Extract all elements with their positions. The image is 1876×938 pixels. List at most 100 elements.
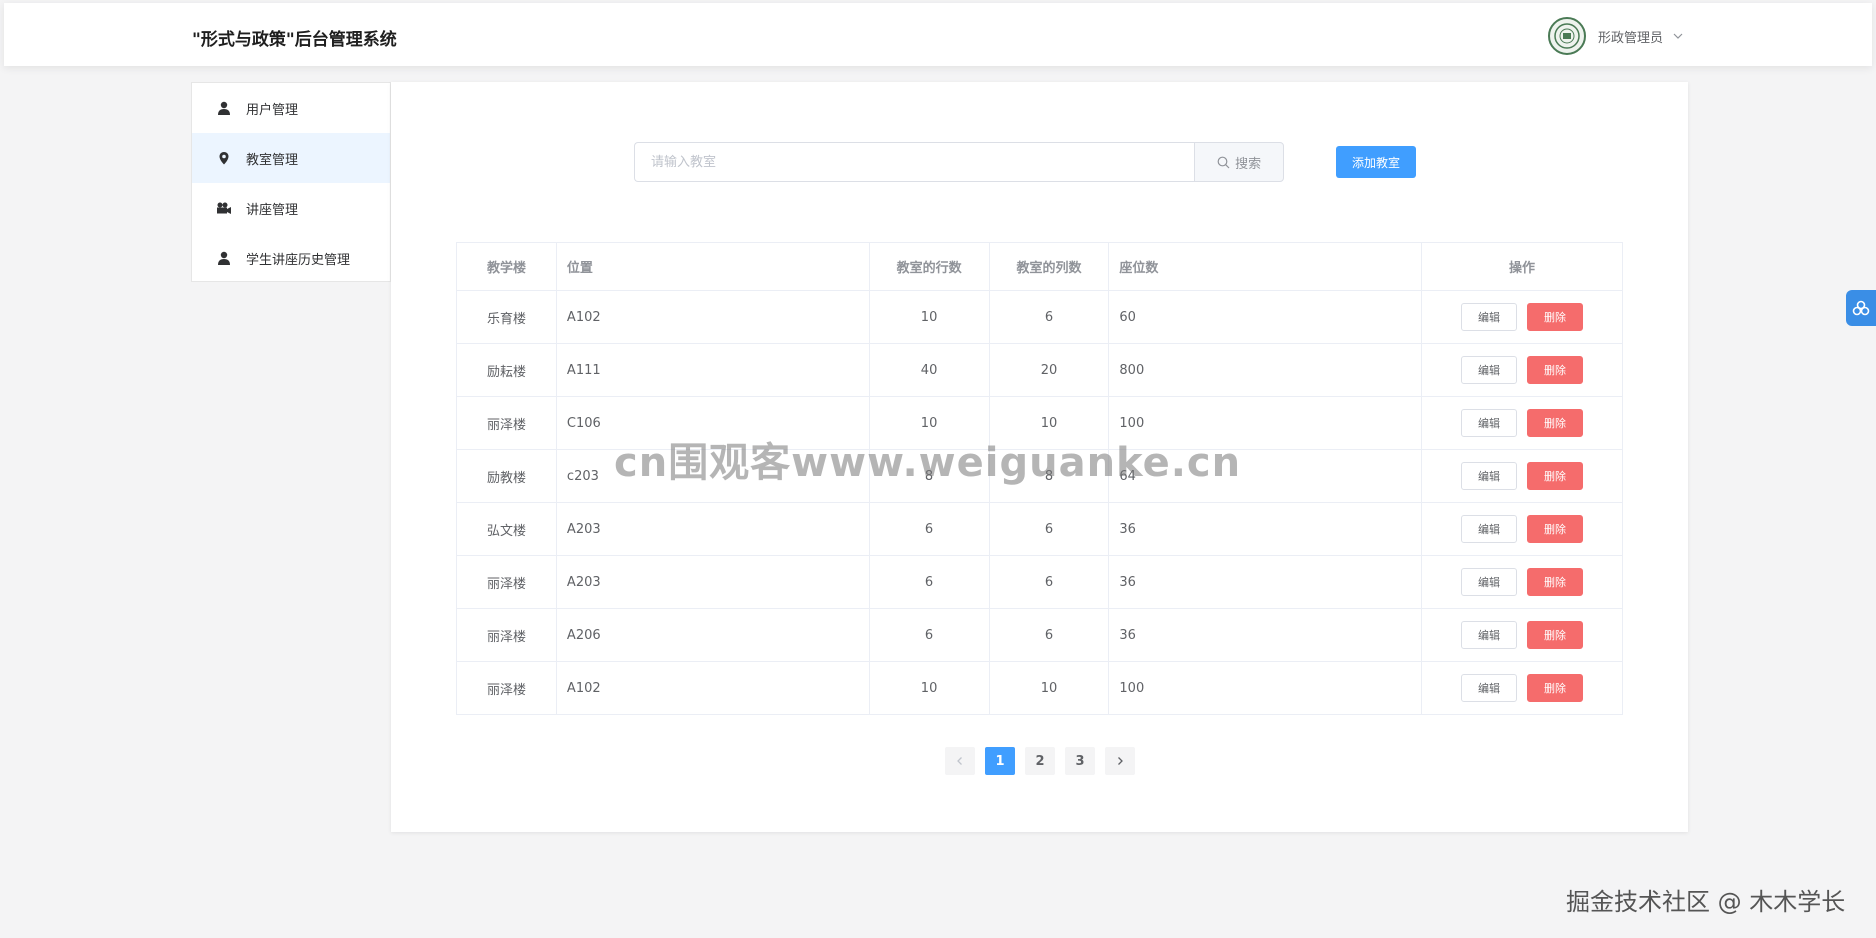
cell-building: 乐育楼 [456,290,557,344]
avatar[interactable] [1548,17,1586,55]
table-row: 丽泽楼 A102 10 10 100 编辑 删除 [456,661,1623,715]
cell-columns: 10 [988,661,1110,715]
cell-building: 丽泽楼 [456,555,557,609]
search-input[interactable] [634,142,1195,182]
cell-columns: 6 [988,555,1110,609]
search-button-label: 搜索 [1235,156,1262,172]
edit-button[interactable]: 编辑 [1461,462,1518,490]
cell-building: 弘文楼 [456,502,557,556]
pagination: 1 2 3 [945,747,1135,775]
page-button-1[interactable]: 1 [985,747,1015,775]
app-title: "形式与政策"后台管理系统 [192,30,397,50]
delete-button[interactable]: 删除 [1527,303,1584,331]
cell-location: A203 [555,555,870,609]
cell-actions: 编辑 删除 [1421,290,1623,344]
cell-building: 丽泽楼 [456,396,557,450]
chevron-right-icon [1118,757,1123,765]
chevron-down-icon[interactable] [1673,31,1683,41]
cell-rows: 6 [868,502,990,556]
cell-location: A111 [555,343,870,397]
watermark-bottom: 掘金技术社区 @ 木木学长 [1566,888,1846,916]
add-classroom-button[interactable]: 添加教室 [1336,146,1416,178]
university-seal-icon [1554,23,1580,49]
sidebar-item-label: 用户管理 [246,102,299,118]
cell-seats: 36 [1108,555,1423,609]
page-button-3[interactable]: 3 [1065,747,1095,775]
edit-button[interactable]: 编辑 [1461,356,1518,384]
cell-building: 励教楼 [456,449,557,503]
search-bar: 搜索 [634,142,1284,182]
cell-actions: 编辑 删除 [1421,343,1623,397]
cell-rows: 10 [868,661,990,715]
top-header: "形式与政策"后台管理系统 形政管理员 [4,3,1872,66]
edit-button[interactable]: 编辑 [1461,409,1518,437]
table-header-row: 教学楼 位置 教室的行数 教室的列数 座位数 操作 [456,242,1623,291]
cell-building: 丽泽楼 [456,661,557,715]
cell-seats: 800 [1108,343,1423,397]
cell-rows: 6 [868,608,990,662]
cell-actions: 编辑 删除 [1421,661,1623,715]
column-header-building: 教学楼 [456,242,557,291]
page-button-2[interactable]: 2 [1025,747,1055,775]
user-menu[interactable]: 形政管理员 [1548,17,1683,55]
page: "形式与政策"后台管理系统 形政管理员 用户管理 教室管理 讲座管理 学生讲座历… [0,0,1876,938]
cell-seats: 36 [1108,502,1423,556]
edit-button[interactable]: 编辑 [1461,515,1518,543]
cell-rows: 6 [868,555,990,609]
delete-button[interactable]: 删除 [1527,621,1584,649]
table-row: 丽泽楼 A206 6 6 36 编辑 删除 [456,608,1623,662]
floating-assistant-tab[interactable] [1846,290,1876,326]
search-button[interactable]: 搜索 [1194,142,1284,182]
watermark-center: cn围观客www.weiguanke.cn [614,440,1242,486]
cell-actions: 编辑 删除 [1421,608,1623,662]
table-row: 丽泽楼 A203 6 6 36 编辑 删除 [456,555,1623,609]
cell-actions: 编辑 删除 [1421,396,1623,450]
cell-actions: 编辑 删除 [1421,502,1623,556]
sidebar-item-label: 讲座管理 [246,202,299,218]
user-name: 形政管理员 [1598,30,1664,46]
sidebar-item-label: 教室管理 [246,152,299,168]
cell-location: A206 [555,608,870,662]
table-row: 乐育楼 A102 10 6 60 编辑 删除 [456,290,1623,344]
sidebar-item-lectures[interactable]: 讲座管理 [192,183,390,233]
delete-button[interactable]: 删除 [1527,356,1584,384]
user-icon [216,250,232,266]
cell-columns: 20 [988,343,1110,397]
link-icon [1852,300,1870,316]
sidebar-item-label: 学生讲座历史管理 [246,252,351,268]
cell-actions: 编辑 删除 [1421,555,1623,609]
next-page-button[interactable] [1105,747,1135,775]
column-header-location: 位置 [555,242,870,291]
cell-columns: 6 [988,290,1110,344]
cell-location: A203 [555,502,870,556]
edit-button[interactable]: 编辑 [1461,674,1518,702]
delete-button[interactable]: 删除 [1527,409,1584,437]
sidebar-item-classrooms[interactable]: 教室管理 [192,133,390,183]
column-header-columns: 教室的列数 [988,242,1110,291]
cell-columns: 6 [988,608,1110,662]
column-header-seats: 座位数 [1108,242,1423,291]
cell-location: A102 [555,290,870,344]
cell-columns: 6 [988,502,1110,556]
edit-button[interactable]: 编辑 [1461,568,1518,596]
sidebar-item-users[interactable]: 用户管理 [192,83,390,133]
search-icon [1217,156,1230,169]
delete-button[interactable]: 删除 [1527,674,1584,702]
video-camera-icon [216,200,232,216]
sidebar-item-lecture-history[interactable]: 学生讲座历史管理 [192,233,390,283]
edit-button[interactable]: 编辑 [1461,621,1518,649]
cell-seats: 100 [1108,661,1423,715]
prev-page-button[interactable] [945,747,975,775]
cell-seats: 36 [1108,608,1423,662]
table-row: 弘文楼 A203 6 6 36 编辑 删除 [456,502,1623,556]
delete-button[interactable]: 删除 [1527,462,1584,490]
column-header-actions: 操作 [1421,242,1623,291]
cell-actions: 编辑 删除 [1421,449,1623,503]
delete-button[interactable]: 删除 [1527,568,1584,596]
delete-button[interactable]: 删除 [1527,515,1584,543]
cell-building: 丽泽楼 [456,608,557,662]
sidebar: 用户管理 教室管理 讲座管理 学生讲座历史管理 [191,82,391,282]
cell-building: 励耘楼 [456,343,557,397]
edit-button[interactable]: 编辑 [1461,303,1518,331]
chevron-left-icon [957,757,962,765]
